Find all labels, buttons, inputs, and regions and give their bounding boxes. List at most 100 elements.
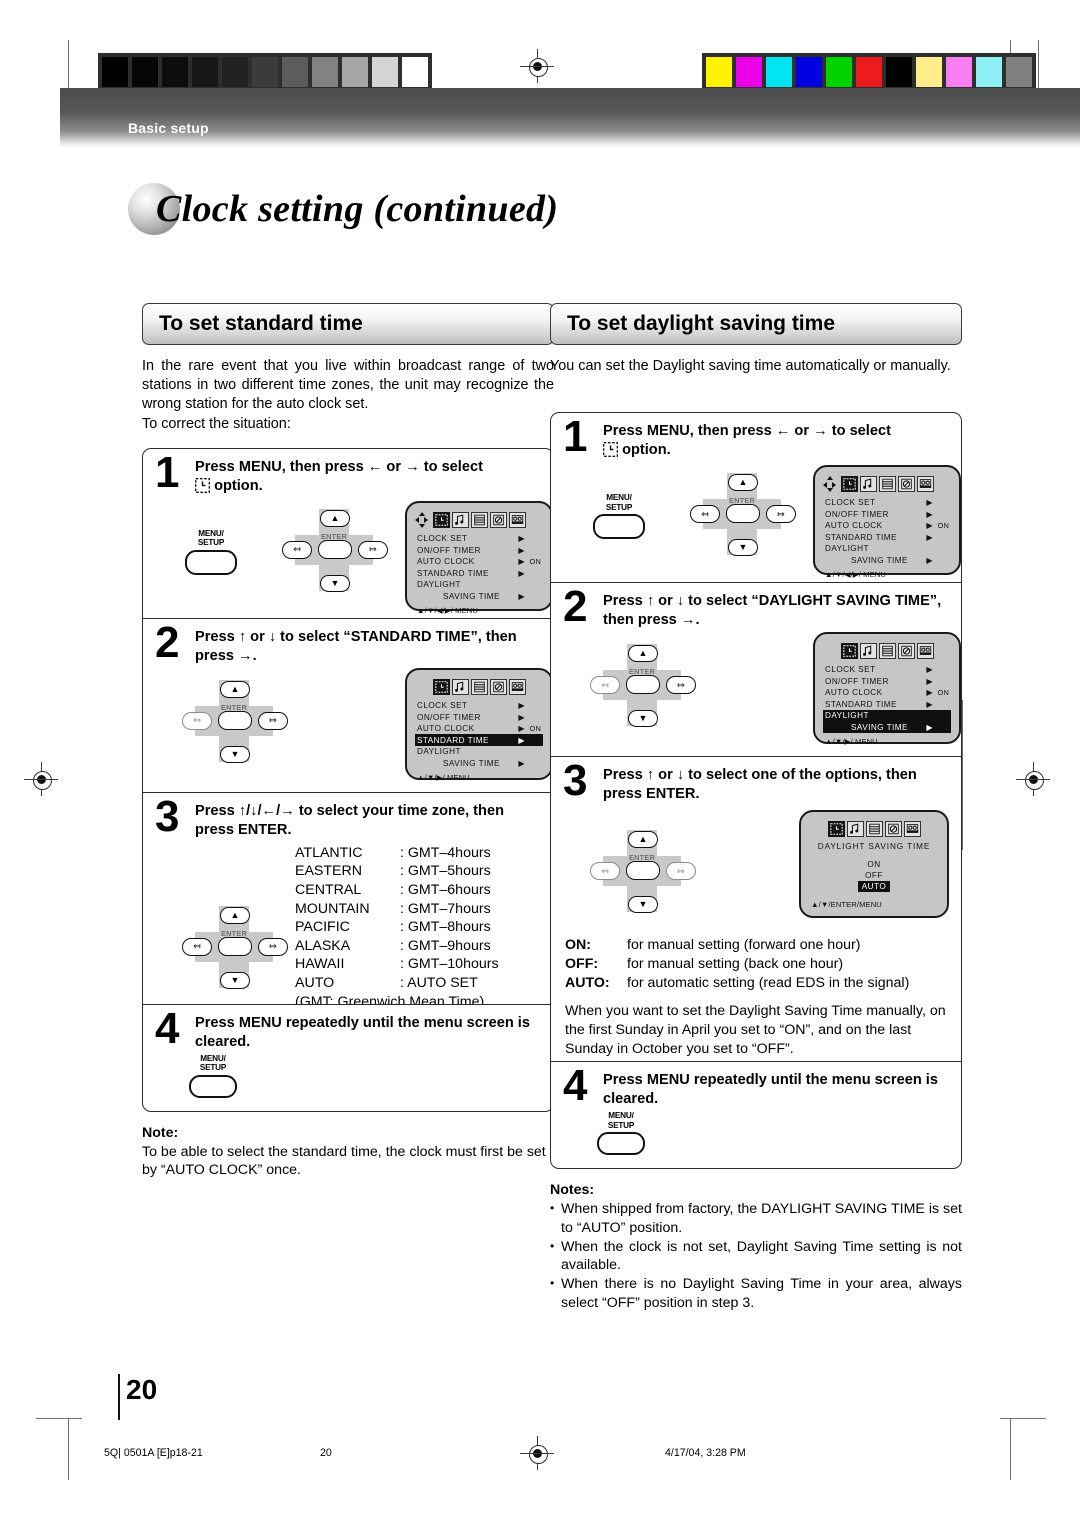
osd-menu-item[interactable]: DAYLIGHT [415,746,543,758]
dpad-left-button[interactable]: ⤆ [182,711,212,730]
dpad-enter-button[interactable] [726,504,760,524]
osd-menu-item[interactable]: AUTO CLOCK ▶ ON [823,687,951,699]
dpad-left-button[interactable]: ⤆ [590,862,620,881]
osd-menu-item[interactable]: ON/OFF TIMER ▶ [415,544,543,556]
dpad-right-button[interactable]: ⤇ [666,862,696,881]
right-section-heading-text: To set daylight saving time [567,312,835,335]
osd-menu-item[interactable]: SAVING TIME ▶ [415,590,543,602]
dpad-enter-button[interactable] [318,539,352,559]
vcr-tab-icon[interactable] [917,476,934,493]
clock-tab-icon[interactable] [840,643,858,660]
dpad-enter-button[interactable] [218,710,252,730]
dpad-up-button[interactable]: ▲ [728,474,758,492]
dpad-down-button[interactable]: ▼ [220,971,250,989]
osd-menu-item[interactable]: CLOCK SET ▶ [823,664,951,676]
dpad-down-button[interactable]: ▼ [320,574,350,592]
dpad-right-button[interactable]: ⤇ [766,505,796,524]
vchip-tab-icon[interactable] [489,678,507,695]
dpad-down-button[interactable]: ▼ [220,745,250,763]
dpad-up-button[interactable]: ▲ [220,680,250,698]
dpad-up-button[interactable]: ▲ [320,509,350,527]
dpad-left-button[interactable]: ⤆ [690,505,720,524]
color-patch [160,55,190,89]
vchip-tab-icon[interactable] [884,821,902,838]
vchip-tab-icon[interactable] [897,643,915,660]
clock-tab-icon[interactable] [841,476,858,493]
osd-menu-item[interactable]: ON/OFF TIMER ▶ [823,509,951,521]
list-tab-icon[interactable] [878,643,896,660]
vcr-tab-icon[interactable] [508,678,526,695]
osd-menu-item[interactable]: SAVING TIME ▶ [415,757,543,769]
dpad-control[interactable]: ENTER ▲ ▼ ⤆ ⤇ [690,473,796,557]
dpad-enter-button[interactable] [626,675,660,695]
dpad-left-button[interactable]: ⤆ [182,937,212,956]
osd-menu-item-selected[interactable]: STANDARD TIME ▶ [415,734,543,746]
dpad-control[interactable]: ENTER ▲ ▼ ⤆ ⤇ [590,830,696,914]
list-tab-icon[interactable] [471,511,488,528]
osd-menu-item[interactable]: DAYLIGHT [823,543,951,555]
dpad-left-button[interactable]: ⤆ [590,676,620,695]
list-tab-icon[interactable] [879,476,896,493]
osd-menu-item[interactable]: STANDARD TIME ▶ [823,699,951,711]
dpad-right-button[interactable]: ⤇ [258,711,288,730]
audio-tab-icon[interactable] [452,511,469,528]
dpad-control[interactable]: ENTER ▲ ▼ ⤆ ⤇ [590,644,696,728]
left-step-4-number: 4 [155,1003,180,1053]
osd-menu-item[interactable]: SAVING TIME ▶ [823,555,951,567]
osd-menu-item[interactable]: DAYLIGHT [415,579,543,591]
osd-menu-item[interactable]: ON/OFF TIMER ▶ [823,676,951,688]
osd-menu-item[interactable]: CLOCK SET ▶ [415,700,543,712]
audio-tab-icon[interactable] [846,821,864,838]
osd-menu-item[interactable]: AUTO CLOCK ▶ ON [415,556,543,568]
dpad-left-button[interactable]: ⤆ [282,540,312,559]
left-step-1: 1 Press MENU, then press ← or → to selec… [142,447,554,618]
audio-tab-icon[interactable] [859,643,877,660]
clock-tab-icon[interactable] [827,821,845,838]
vcr-tab-icon[interactable] [916,643,934,660]
osd-menu-item[interactable]: ON/OFF TIMER ▶ [415,711,543,723]
osd-menu-item-selected[interactable]: SAVING TIME ▶ [823,721,951,734]
osd-dst-option[interactable]: OFF [809,870,939,881]
osd-footer-hint: ▲/▼/ENTER/MENU [811,900,882,910]
dpad-enter-button[interactable] [626,861,660,881]
vchip-tab-icon[interactable] [490,511,507,528]
dpad-down-button[interactable]: ▼ [728,539,758,557]
dpad-up-button[interactable]: ▲ [220,906,250,924]
list-tab-icon[interactable] [470,678,488,695]
menu-setup-button[interactable]: MENU/SETUP [185,529,237,575]
osd-dst-option-selected[interactable]: AUTO [809,881,939,893]
dpad-control[interactable]: ENTER ▲ ▼ ⤆ ⤇ [282,508,388,592]
menu-setup-button[interactable]: MENU/SETUP [597,1111,645,1156]
dpad-right-button[interactable]: ⤇ [666,676,696,695]
color-patch [854,55,884,89]
osd-menu-item-selected[interactable]: DAYLIGHT [823,710,951,722]
list-tab-icon[interactable] [865,821,883,838]
dpad-right-button[interactable]: ⤇ [358,540,388,559]
osd-menu-item[interactable]: AUTO CLOCK ▶ ON [823,520,951,532]
dpad-up-button[interactable]: ▲ [628,645,658,663]
osd-menu-item[interactable]: CLOCK SET ▶ [415,533,543,545]
vcr-tab-icon[interactable] [509,511,526,528]
menu-setup-button[interactable]: MENU/SETUP [593,493,645,540]
dpad-control[interactable]: ENTER ▲ ▼ ⤆ ⤇ [182,679,288,763]
osd-dst-option[interactable]: ON [809,859,939,870]
clock-tab-icon[interactable] [433,511,450,528]
dpad-down-button[interactable]: ▼ [628,896,658,914]
clock-tab-icon[interactable] [432,678,450,695]
color-patch [190,55,220,89]
dpad-enter-button[interactable] [218,936,252,956]
audio-tab-icon[interactable] [860,476,877,493]
dpad-control[interactable]: ENTER ▲ ▼ ⤆ ⤇ [182,905,288,989]
vcr-tab-icon[interactable] [903,821,921,838]
osd-menu-item[interactable]: CLOCK SET ▶ [823,497,951,509]
osd-menu-item[interactable]: STANDARD TIME ▶ [823,532,951,544]
osd-menu-item[interactable]: AUTO CLOCK ▶ ON [415,723,543,735]
dpad-up-button[interactable]: ▲ [628,831,658,849]
left-step-1-remote: MENU/SETUP ENTER ▲ ▼ ⤆ ⤇ CLOCK SET ▶ ON/… [143,500,553,615]
audio-tab-icon[interactable] [451,678,469,695]
vchip-tab-icon[interactable] [898,476,915,493]
menu-setup-button[interactable]: MENU/SETUP [189,1054,237,1098]
dpad-down-button[interactable]: ▼ [628,710,658,728]
osd-menu-item[interactable]: STANDARD TIME ▶ [415,567,543,579]
dpad-right-button[interactable]: ⤇ [258,937,288,956]
